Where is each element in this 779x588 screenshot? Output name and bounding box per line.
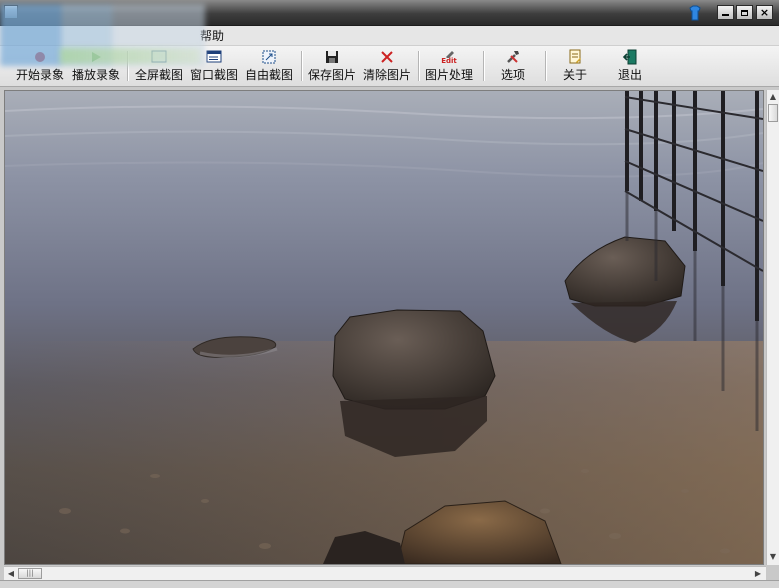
edit-icon-text: Edit — [441, 56, 457, 65]
vertical-scroll-thumb[interactable] — [768, 104, 778, 122]
toolbar-separator — [483, 51, 484, 81]
toolbar-label: 清除图片 — [362, 68, 411, 82]
save-image-button[interactable]: 保存图片 — [305, 49, 359, 85]
horizontal-scroll-thumb[interactable]: ||| — [18, 568, 42, 579]
vertical-scrollbar[interactable]: ▲ ▼ — [766, 90, 779, 565]
obscured-region — [60, 48, 200, 64]
image-processing-button[interactable]: Edit 图片处理 — [422, 49, 476, 85]
toolbar-label: 保存图片 — [307, 68, 356, 82]
save-icon — [324, 49, 340, 65]
minimize-button[interactable] — [717, 5, 734, 20]
toolbar-label: 退出 — [617, 68, 642, 82]
exit-button[interactable]: 退出 — [605, 49, 655, 85]
exit-icon — [622, 49, 638, 65]
about-button[interactable]: 关于 — [550, 49, 600, 85]
window-capture-icon — [206, 49, 222, 65]
free-capture-icon — [261, 49, 277, 65]
scroll-up-icon[interactable]: ▲ — [767, 90, 779, 103]
captured-photo — [5, 91, 763, 564]
skin-icon[interactable] — [687, 5, 703, 21]
toolbar-label: 关于 — [562, 68, 587, 82]
close-button[interactable]: × — [756, 5, 773, 20]
toolbar-label: 选项 — [500, 68, 525, 82]
toolbar-label: 全屏截图 — [134, 68, 183, 82]
scroll-left-icon[interactable]: ◀ — [5, 567, 17, 580]
edit-icon: Edit — [441, 49, 457, 65]
horizontal-scrollbar[interactable]: ◀ ||| ▶ — [4, 566, 766, 580]
scroll-down-icon[interactable]: ▼ — [767, 550, 779, 563]
scroll-right-icon[interactable]: ▶ — [752, 567, 764, 580]
captured-image-canvas[interactable] — [4, 90, 764, 565]
toolbar-label: 开始录象 — [15, 68, 64, 82]
options-button[interactable]: 选项 — [488, 49, 538, 85]
clear-icon — [379, 49, 395, 65]
free-capture-button[interactable]: 自由截图 — [242, 49, 296, 85]
toolbar-separator — [418, 51, 419, 81]
toolbar-separator — [545, 51, 546, 81]
toolbar-label: 窗口截图 — [189, 68, 238, 82]
toolbar-label: 自由截图 — [244, 68, 293, 82]
clear-image-button[interactable]: 清除图片 — [360, 49, 414, 85]
status-bar — [0, 580, 779, 588]
tools-icon — [505, 49, 521, 65]
toolbar-label: 图片处理 — [424, 68, 473, 82]
toolbar-label: 播放录象 — [71, 68, 120, 82]
maximize-button[interactable] — [736, 5, 753, 20]
toolbar-separator — [301, 51, 302, 81]
about-icon — [567, 49, 583, 65]
